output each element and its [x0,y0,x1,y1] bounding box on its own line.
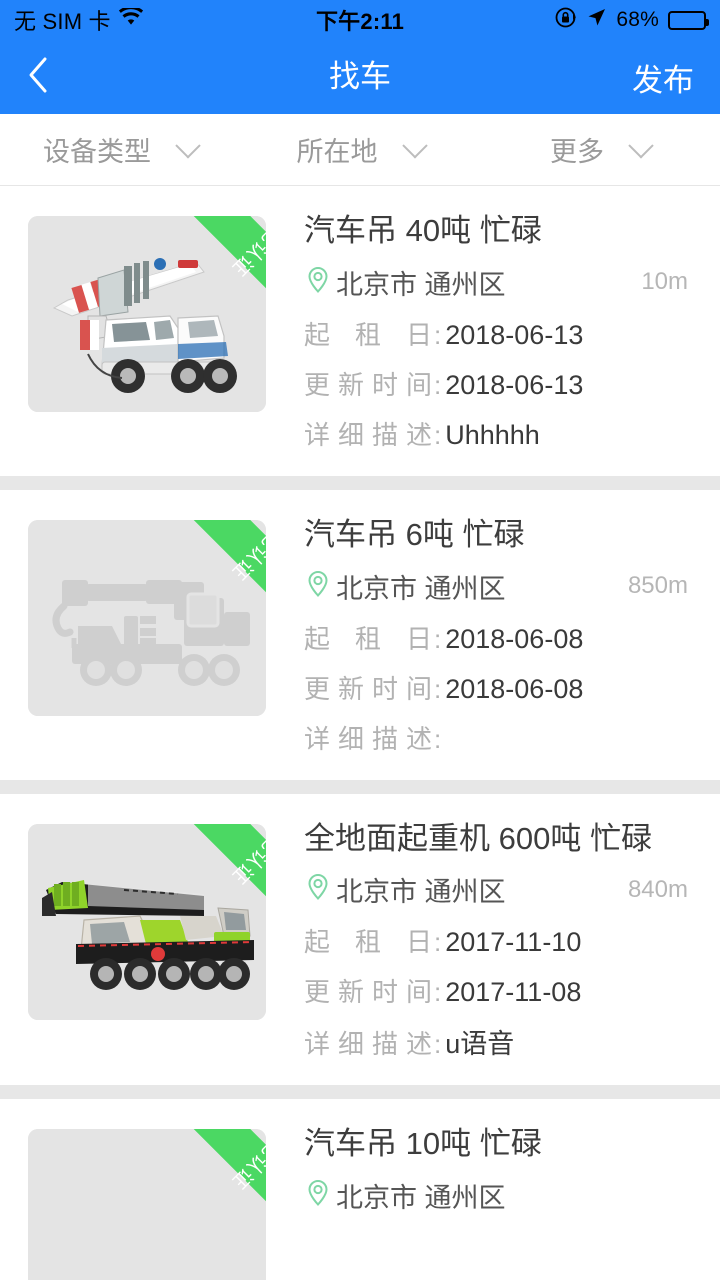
description-label: 详细描述 [304,723,432,754]
start-date-label: 起租日 [304,319,432,350]
item-location-row: 北京市 通州区 840m [304,870,692,909]
page-title: 找车 [329,59,391,94]
chevron-down-icon [175,132,201,158]
filter-more[interactable]: 更多 [480,130,720,169]
back-button[interactable] [26,49,70,105]
crane-photo-white [28,216,266,412]
update-time-label: 更新时间 [304,977,432,1008]
item-title: 汽车吊 10吨 忙碌 [304,1126,542,1162]
colon: : [434,673,442,704]
status-bar: 无 SIM 卡 下午2:11 68% [0,0,720,40]
item-start-date-row: 起租日 : 2017-11-10 [304,922,692,959]
colon: : [434,723,442,754]
status-bar-left: 无 SIM 卡 [14,4,144,36]
colon: : [434,623,442,654]
carrier-label: 无 SIM 卡 [14,9,111,34]
item-description-row: 详细描述 : [304,719,692,756]
item-title: 汽车吊 6吨 忙碌 [304,516,525,552]
item-update-time-row: 更新时间 : 2018-06-08 [304,669,692,706]
publish-button[interactable]: 发布 [632,55,694,100]
item-description-row: 详细描述 : u语音 [304,1022,692,1061]
item-distance: 10m [641,268,688,296]
item-update-time-row: 更新时间 : 2017-11-08 [304,972,692,1009]
item-location-row: 北京市 通州区 [304,1176,692,1215]
item-start-date-row: 起租日 : 2018-06-08 [304,619,692,656]
chevron-down-icon [401,132,428,158]
chevron-down-icon [628,132,654,158]
chevron-left-icon [26,55,50,100]
map-pin-icon [304,871,332,908]
filter-location[interactable]: 所在地 [240,130,480,169]
item-location-row: 北京市 通州区 10m [304,263,692,302]
map-pin-icon [304,1177,332,1214]
location-arrow-icon [586,7,607,34]
equipment-list: 已认证 汽车吊 40吨 忙碌 北京市 通州区 10m 起租日: 2018-06… [0,186,720,1280]
item-distance: 850m [627,572,688,599]
list-item[interactable]: 已认证 全地面起重机 600吨 忙碌 北京市 通州区 840m 起租日: 20… [0,793,720,1086]
colon: : [434,927,442,958]
colon: : [434,1029,442,1060]
item-start-date: 2017-11-10 [445,927,582,958]
item-title: 全地面起重机 600吨 忙碌 [304,820,652,856]
filter-bar: 设备类型 所在地 更多 [0,114,720,186]
status-bar-right: 68% [554,6,709,35]
item-update-time: 2018-06-13 [445,369,584,400]
update-time-label: 更新时间 [304,673,432,704]
map-pin-icon [304,264,332,301]
description-label: 详细描述 [304,1029,432,1060]
colon: : [434,977,442,1008]
filter-equipment-type[interactable]: 设备类型 [0,130,240,169]
app-root: 无 SIM 卡 下午2:11 68% 找车 发布 设备类型 所在地 更多 已认证… [0,0,720,1280]
item-start-date: 2018-06-08 [445,623,584,654]
item-info: 汽车吊 6吨 忙碌 北京市 通州区 850m 起租日 : 2018-06-08 [266,514,692,756]
colon: : [434,319,442,350]
battery-percent-label: 68% [616,8,659,31]
start-date-label: 起租日 [304,927,432,958]
filter-label: 所在地 [296,137,378,167]
item-thumbnail[interactable]: 已认证 [28,519,266,716]
item-location: 北京市 通州区 [336,1183,506,1213]
colon: : [434,419,442,450]
item-location: 北京市 通州区 [336,573,506,604]
crane-placeholder-silhouette [28,519,266,716]
map-pin-icon [304,568,332,605]
colon: : [434,369,442,400]
list-item[interactable]: 已认证 汽车吊 6吨 忙碌 北京市 通州区 850m 起租日: 2018-06… [0,489,720,780]
item-info: 全地面起重机 600吨 忙碌 北京市 通州区 840m 起租日 : 2017-1… [266,818,692,1062]
item-description-row: 详细描述 : Uhhhhh [304,415,692,452]
crane-photo-green [28,823,266,1020]
filter-label: 更多 [550,137,604,167]
item-start-date-row: 起租日 : 2018-06-13 [304,315,692,352]
list-item[interactable]: 已认证 汽车吊 10吨 忙碌 北京市 通州区 [0,1099,720,1280]
description-label: 详细描述 [304,419,432,450]
item-thumbnail[interactable]: 已认证 [28,1129,266,1280]
item-info: 汽车吊 10吨 忙碌 北京市 通州区 [266,1123,692,1228]
item-description: Uhhhhh [445,419,540,450]
wifi-icon [118,6,144,33]
item-location-row: 北京市 通州区 850m [304,567,692,606]
item-thumbnail[interactable]: 已认证 [28,823,266,1020]
list-separator [0,1085,720,1100]
list-separator [0,779,720,794]
start-date-label: 起租日 [304,623,432,654]
item-title: 汽车吊 40吨 忙碌 [304,213,542,248]
filter-label: 设备类型 [43,137,151,167]
crane-photo-partial [28,1129,266,1280]
rotation-lock-icon [554,6,577,35]
item-update-time-row: 更新时间 : 2018-06-13 [304,365,692,402]
item-location: 北京市 通州区 [336,269,506,300]
item-start-date: 2018-06-13 [445,319,584,350]
list-item[interactable]: 已认证 汽车吊 40吨 忙碌 北京市 通州区 10m 起租日: 2018-06… [0,186,720,476]
item-thumbnail[interactable]: 已认证 [28,216,266,412]
item-update-time: 2018-06-08 [445,673,584,704]
item-location: 北京市 通州区 [336,877,506,908]
update-time-label: 更新时间 [304,369,432,400]
nav-bar: 找车 发布 [0,40,720,114]
item-update-time: 2017-11-08 [445,977,582,1008]
battery-icon [668,10,709,30]
item-description: u语音 [445,1029,515,1060]
item-distance: 840m [627,875,688,903]
item-info: 汽车吊 40吨 忙碌 北京市 通州区 10m 起租日 : 2018-06-13 [266,210,692,452]
list-separator [0,475,720,490]
